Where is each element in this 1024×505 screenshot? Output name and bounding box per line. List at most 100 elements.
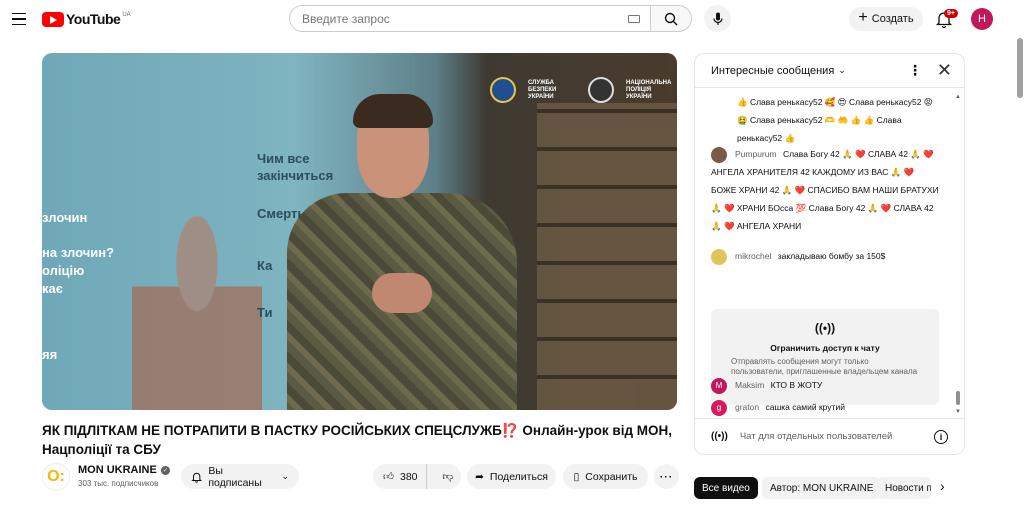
chat-message: M Maksim КТО В ЖОТУ: [711, 376, 941, 394]
wall-text: яя: [42, 347, 58, 362]
channel-name-link[interactable]: MON UKRAINE ✓: [78, 464, 170, 476]
chip-news[interactable]: Новости п: [877, 477, 931, 499]
search-input[interactable]: Введите запрос: [289, 5, 651, 32]
close-icon[interactable]: ✕: [937, 61, 952, 79]
bookmark-icon: ▯: [573, 470, 580, 483]
message-author[interactable]: graton: [735, 402, 759, 412]
chat-scrollbar[interactable]: ▲ ▼: [955, 94, 961, 415]
scroll-up-icon[interactable]: ▲: [955, 94, 961, 100]
thumbs-down-icon: 👎︎: [442, 471, 454, 483]
save-label: Сохранить: [585, 470, 638, 483]
chat-footer: ((•)) Чат для отдельных пользователей i: [695, 418, 964, 454]
subscribed-label: Вы подписаны: [208, 464, 262, 489]
restricted-description: Отправлять сообщения могут только пользо…: [731, 357, 918, 376]
like-dislike-group: 👍︎ 380 👎︎: [373, 464, 461, 489]
chat-menu-icon[interactable]: ⋮: [908, 63, 922, 77]
message-author[interactable]: Maksim: [735, 380, 764, 390]
search-placeholder: Введите запрос: [302, 11, 390, 26]
police-emblem-icon: [588, 77, 614, 103]
broadcast-logos: СЛУЖБА БЕЗПЕКИ УКРАЇНИ НАЦІОНАЛЬНА ПОЛІЦ…: [490, 77, 674, 103]
channel-name: MON UKRAINE: [78, 464, 157, 476]
share-label: Поделиться: [489, 470, 548, 483]
user-avatar[interactable]: [711, 146, 727, 163]
wall-text: Ка: [257, 258, 273, 273]
user-avatar[interactable]: M: [711, 377, 727, 394]
wall-text: злочин: [42, 210, 88, 225]
chat-message: 👍 Слава ренькасу52 🥰 😍 Слава ренькасу52 …: [737, 93, 937, 147]
sbu-logo-text: СЛУЖБА БЕЗПЕКИ УКРАЇНИ: [528, 79, 557, 100]
youtube-logo[interactable]: YouTube UA: [42, 11, 131, 27]
bell-icon: [191, 472, 203, 483]
save-button[interactable]: ▯ Сохранить: [563, 464, 648, 489]
poster-illustration: [132, 183, 262, 410]
restricted-title: Ограничить доступ к чату: [770, 343, 880, 353]
page-scroll-thumb[interactable]: [1017, 38, 1023, 98]
chip-by-author[interactable]: Автор: MON UKRAINE: [762, 477, 882, 499]
subscriber-count: 303 тыс. подписчиков: [78, 479, 159, 488]
logo-wordmark: YouTube: [66, 11, 121, 27]
message-text: сашка самий крутий: [765, 402, 845, 412]
create-label: Создать: [871, 13, 914, 25]
photo-wall: [537, 103, 677, 410]
live-chat-panel: Интересные сообщения ⌄ ⋮ ✕ 👍 Слава реньк…: [694, 53, 965, 455]
police-logo-text: НАЦІОНАЛЬНА ПОЛІЦІЯ УКРАЇНИ: [626, 79, 672, 100]
chat-header: Интересные сообщения ⌄ ⋮ ✕: [695, 54, 964, 88]
chip-all-videos[interactable]: Все видео: [694, 477, 758, 499]
speaker-figure: [287, 94, 547, 410]
user-avatar[interactable]: [711, 248, 727, 265]
menu-icon[interactable]: [9, 9, 29, 29]
chat-mode-dropdown[interactable]: Интересные сообщения ⌄: [711, 65, 846, 77]
info-icon[interactable]: i: [934, 430, 948, 444]
wall-text: на злочин?: [42, 245, 115, 260]
search-icon: [664, 12, 678, 25]
notifications-badge: 9+: [944, 9, 958, 18]
chevron-down-icon: ⌄: [281, 471, 289, 481]
scroll-thumb[interactable]: [956, 391, 960, 405]
subscribed-button[interactable]: Вы подписаны ⌄: [181, 464, 299, 489]
voice-search-button[interactable]: [704, 5, 731, 32]
message-text: КТО В ЖОТУ: [770, 380, 823, 390]
dislike-button[interactable]: 👎︎: [433, 464, 464, 489]
plus-icon: +: [858, 9, 868, 26]
user-avatar[interactable]: g: [711, 399, 727, 416]
broadcast-icon: ((•)): [711, 431, 728, 442]
message-author[interactable]: mikrochel: [735, 251, 771, 261]
video-player[interactable]: Чим все закінчиться Смерть Ка Ти злочин …: [42, 53, 677, 410]
chat-message: g graton сашка самий крутий: [711, 398, 941, 416]
message-author[interactable]: Pumpurum: [735, 149, 777, 159]
search-button[interactable]: [651, 5, 692, 32]
more-actions-button[interactable]: ···: [654, 464, 679, 489]
account-avatar[interactable]: Н: [971, 8, 993, 30]
chat-message: mikrochel закладываю бомбу за 150$: [711, 247, 941, 265]
chat-messages: 👍 Слава ренькасу52 🥰 😍 Слава ренькасу52 …: [695, 89, 964, 419]
thumbs-up-icon: 👍︎: [383, 471, 394, 483]
chat-mode-label: Интересные сообщения: [711, 64, 835, 77]
message-text: закладываю бомбу за 150$: [777, 251, 886, 261]
chat-footer-text: Чат для отдельных пользователей: [739, 431, 893, 442]
share-icon: ➦: [475, 470, 484, 483]
microphone-icon: [712, 12, 723, 25]
wall-text: кає: [42, 281, 63, 296]
scroll-down-icon[interactable]: ▼: [955, 409, 961, 415]
like-count: 380: [399, 470, 418, 483]
keyboard-icon[interactable]: [628, 14, 640, 23]
message-text: Слава Богу 42 🙏 ❤️ СЛАВА 42 🙏 ❤️ АНГЕЛА …: [711, 149, 939, 231]
like-button[interactable]: 👍︎ 380: [373, 464, 427, 489]
page-scrollbar[interactable]: [1016, 38, 1024, 505]
create-button[interactable]: + Создать: [849, 7, 923, 31]
share-button[interactable]: ➦ Поделиться: [467, 464, 556, 489]
video-title: ЯК ПІДЛІТКАМ НЕ ПОТРАПИТИ В ПАСТКУ РОСІЙ…: [42, 423, 673, 457]
chat-message: Pumpurum Слава Богу 42 🙏 ❤️ СЛАВА 42 🙏 ❤…: [711, 145, 941, 235]
play-logo-icon: [42, 11, 64, 27]
masthead: YouTube UA Введите запрос + Создать 9+ Н: [0, 0, 1024, 38]
sbu-emblem-icon: [490, 77, 516, 103]
more-icon: ···: [659, 470, 674, 483]
chevron-right-icon[interactable]: ›: [940, 478, 945, 494]
channel-avatar[interactable]: O:: [42, 463, 70, 491]
wall-text: Ти: [257, 305, 273, 320]
region-code: UA: [122, 12, 131, 18]
wall-text: оліцію: [42, 263, 85, 278]
broadcast-icon: ((•)): [814, 321, 836, 335]
verified-check-icon: ✓: [160, 465, 170, 475]
message-text: 👍 Слава ренькасу52 🥰 😍 Слава ренькасу52 …: [737, 97, 933, 143]
